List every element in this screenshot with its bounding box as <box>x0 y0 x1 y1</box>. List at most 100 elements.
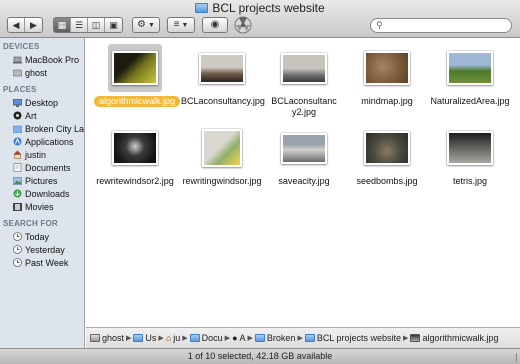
disc-icon <box>13 111 22 120</box>
path-item-users[interactable]: Us ▶ <box>133 333 164 343</box>
image-file-icon <box>410 334 421 342</box>
file-name: tetris.jpg <box>452 176 487 186</box>
arrange-button[interactable]: ≡ ▼ <box>167 17 195 33</box>
toolbar: BCL projects website ◀ ▶ ▦ ☰ ◫ ▣ ⚙ ▼ ≡ ▼ ◉ <box>0 0 520 38</box>
applications-icon <box>13 137 22 146</box>
chevron-right-icon: ▶ <box>297 335 303 342</box>
file-name: rewritewindsor2.jpg <box>96 176 174 186</box>
desktop-icon <box>13 98 22 107</box>
file-thumbnail-wrap <box>443 44 497 92</box>
folder-icon <box>195 3 209 13</box>
search-icon: ⚲ <box>376 20 383 30</box>
image-thumbnail <box>199 52 245 84</box>
chevron-down-icon: ▼ <box>181 21 189 29</box>
path-item-ghost[interactable]: ghost ▶ <box>90 333 131 343</box>
sidebar-item-yesterday[interactable]: Yesterday <box>0 243 84 256</box>
chevron-right-icon: ▶ <box>403 335 409 342</box>
sidebar-item-documents[interactable]: Documents <box>0 161 84 174</box>
file-item-algorithmicwalk[interactable]: algorithmicwalk.jpg <box>94 44 181 107</box>
sidebar-item-justin[interactable]: justin <box>0 148 84 161</box>
back-forward-buttons: ◀ ▶ <box>7 17 43 33</box>
chevron-right-icon: ▶ <box>182 335 188 342</box>
sidebar-item-downloads[interactable]: Downloads <box>0 187 84 200</box>
disk-icon <box>90 334 100 342</box>
pictures-icon <box>13 176 22 185</box>
chevron-down-icon: ▼ <box>148 21 155 29</box>
file-name: saveacity.jpg <box>278 176 330 186</box>
laptop-icon <box>13 55 22 64</box>
disc-icon: ● <box>232 333 238 343</box>
image-thumbnail <box>364 131 410 165</box>
status-text: 1 of 10 selected, 42.18 GB available <box>187 351 333 361</box>
path-item-documents[interactable]: Docu ▶ <box>189 333 230 343</box>
chevron-right-icon: ▶ <box>126 335 132 342</box>
file-thumbnail-wrap <box>108 124 162 172</box>
file-item-rewritewindsor2[interactable]: rewritewindsor2.jpg <box>94 124 176 187</box>
burn-disc-button[interactable] <box>234 15 252 35</box>
path-item-bcl-projects-website[interactable]: BCL projects website ▶ <box>304 333 409 343</box>
file-thumbnail-wrap <box>277 124 331 172</box>
view-mode-segmented: ▦ ☰ ◫ ▣ <box>53 17 123 33</box>
back-button[interactable]: ◀ <box>8 18 25 32</box>
sidebar: DEVICES MacBook Pro ghost PLACES Desktop… <box>0 38 85 349</box>
chevron-right-icon: ▶ <box>247 335 253 342</box>
clock-icon <box>13 232 22 241</box>
sidebar-item-desktop[interactable]: Desktop <box>0 96 84 109</box>
list-view-button[interactable]: ☰ <box>71 18 88 32</box>
resize-grip-icon[interactable] <box>508 353 517 362</box>
quick-look-button[interactable]: ◉ <box>202 17 228 33</box>
path-item-algorithmicwalk[interactable]: algorithmicwalk.jpg <box>410 333 498 343</box>
file-item-rewritingwindsor[interactable]: rewritingwindsor.jpg <box>181 124 263 187</box>
clock-icon <box>13 245 22 254</box>
forward-button[interactable]: ▶ <box>25 18 42 32</box>
movies-icon <box>13 202 22 211</box>
sidebar-item-today[interactable]: Today <box>0 230 84 243</box>
file-item-mindmap[interactable]: mindmap.jpg <box>346 44 428 107</box>
file-item-saveacity[interactable]: saveacity.jpg <box>263 124 345 187</box>
gear-icon: ⚙ <box>137 19 147 30</box>
file-item-seedbombs[interactable]: seedbombs.jpg <box>346 124 428 187</box>
folder-icon <box>189 334 200 342</box>
search-input[interactable] <box>385 20 506 31</box>
folder-icon <box>133 334 144 342</box>
sidebar-item-pictures[interactable]: Pictures <box>0 174 84 187</box>
eye-icon: ◉ <box>210 19 220 30</box>
image-thumbnail <box>364 51 410 85</box>
sidebar-section-search-for: SEARCH FOR <box>3 219 58 228</box>
documents-icon <box>13 163 22 172</box>
sidebar-item-broken-city-lab[interactable]: Broken City Lab <box>0 122 84 135</box>
search-field[interactable]: ⚲ <box>370 18 512 33</box>
file-thumbnail-wrap <box>360 124 414 172</box>
sidebar-item-past-week[interactable]: Past Week <box>0 256 84 269</box>
path-item-art[interactable]: ● A ▶ <box>232 333 253 343</box>
sidebar-item-macbook-pro[interactable]: MacBook Pro <box>0 53 84 66</box>
sidebar-item-applications[interactable]: Applications <box>0 135 84 148</box>
folder-icon <box>13 124 22 133</box>
sidebar-item-art[interactable]: Art <box>0 109 84 122</box>
home-icon <box>13 150 22 159</box>
folder-icon <box>254 334 265 342</box>
action-gear-button[interactable]: ⚙ ▼ <box>132 17 160 33</box>
sidebar-item-movies[interactable]: Movies <box>0 200 84 213</box>
image-thumbnail <box>281 52 327 84</box>
status-bar: 1 of 10 selected, 42.18 GB available <box>0 348 520 364</box>
file-name: seedbombs.jpg <box>356 176 418 186</box>
file-item-naturalizedarea[interactable]: NaturalizedArea.jpg <box>429 44 511 107</box>
file-thumbnail-wrap <box>195 44 249 92</box>
path-item-justin[interactable]: ⌂ ju ▶ <box>166 333 188 343</box>
file-item-bclaconsultancy2[interactable]: BCLaconsultancy2.jpg <box>263 44 345 118</box>
file-name: NaturalizedArea.jpg <box>430 96 510 106</box>
file-item-bclaconsultancy[interactable]: BCLaconsultancy.jpg <box>181 44 265 107</box>
coverflow-view-button[interactable]: ▣ <box>105 18 122 32</box>
path-bar: ghost ▶ Us ▶ ⌂ ju ▶ Docu ▶ ● A ▶ Broken ▶ BCL pr… <box>86 327 520 348</box>
image-thumbnail <box>447 51 493 85</box>
file-item-tetris[interactable]: tetris.jpg <box>429 124 511 187</box>
column-view-button[interactable]: ◫ <box>88 18 105 32</box>
radiation-icon <box>234 16 252 34</box>
path-item-broken-city-lab[interactable]: Broken ▶ <box>254 333 303 343</box>
file-name: BCLaconsultancy.jpg <box>181 96 265 106</box>
sidebar-item-ghost[interactable]: ghost <box>0 66 84 79</box>
image-thumbnail <box>447 131 493 165</box>
icon-view-button[interactable]: ▦ <box>54 18 71 32</box>
image-thumbnail <box>112 51 158 85</box>
